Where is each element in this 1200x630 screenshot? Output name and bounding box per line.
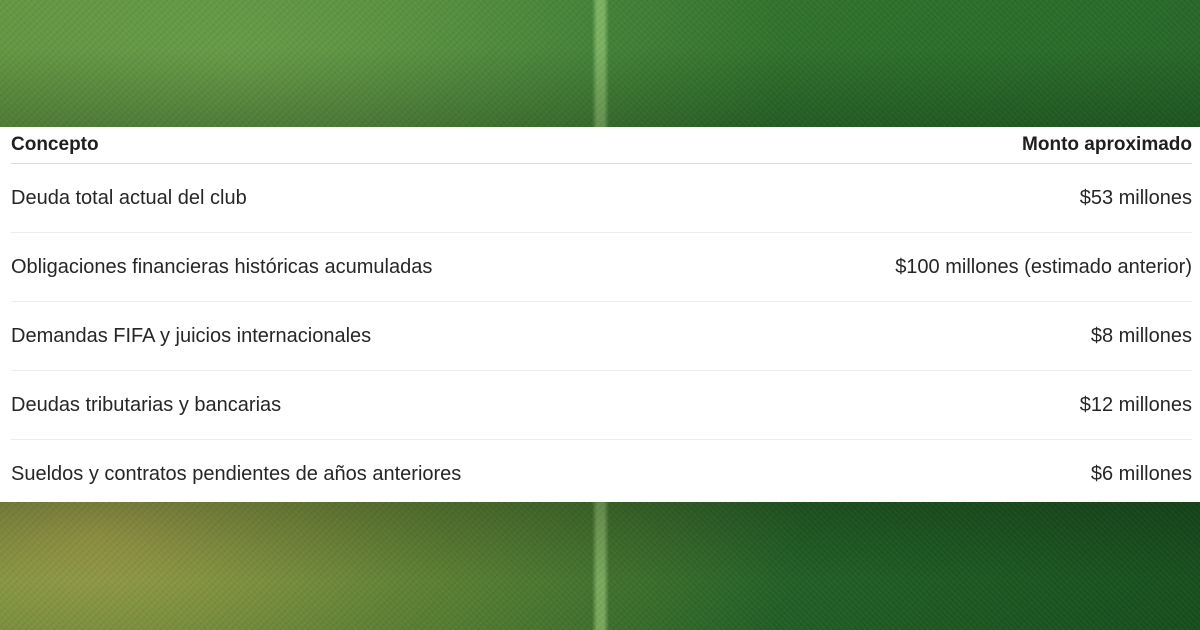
table-row: Deudas tributarias y bancarias $12 millo… bbox=[11, 371, 1192, 440]
row-amount: $53 millones bbox=[1079, 186, 1192, 209]
table-row: Sueldos y contratos pendientes de años a… bbox=[11, 440, 1192, 508]
table-row: Demandas FIFA y juicios internacionales … bbox=[11, 302, 1192, 371]
table-row: Obligaciones financieras históricas acum… bbox=[11, 233, 1192, 302]
row-concept: Deuda total actual del club bbox=[11, 186, 247, 209]
table-row: Deuda total actual del club $53 millones bbox=[11, 164, 1192, 233]
debt-table-panel: Concepto Monto aproximado Deuda total ac… bbox=[0, 127, 1200, 502]
row-concept: Sueldos y contratos pendientes de años a… bbox=[11, 462, 462, 485]
row-amount: $12 millones bbox=[1079, 393, 1192, 416]
row-amount: $8 millones bbox=[1090, 324, 1192, 347]
background-shade-top bbox=[0, 48, 1200, 128]
header-amount: Monto aproximado bbox=[1022, 134, 1192, 155]
table-header-row: Concepto Monto aproximado bbox=[11, 127, 1192, 164]
row-amount: $6 millones bbox=[1090, 462, 1192, 485]
row-concept: Demandas FIFA y juicios internacionales bbox=[11, 324, 372, 347]
header-concept: Concepto bbox=[11, 134, 99, 155]
background-shade-bottom bbox=[0, 502, 1200, 582]
row-concept: Obligaciones financieras históricas acum… bbox=[11, 255, 433, 278]
row-concept: Deudas tributarias y bancarias bbox=[11, 393, 282, 416]
row-amount: $100 millones (estimado anterior) bbox=[895, 255, 1192, 278]
debt-table: Concepto Monto aproximado Deuda total ac… bbox=[11, 127, 1192, 502]
